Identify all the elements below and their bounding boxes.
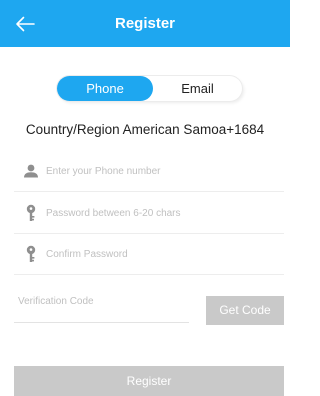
- tab-email[interactable]: Email: [153, 76, 242, 101]
- key-icon: [22, 204, 40, 222]
- confirm-password-field-row: [14, 233, 284, 275]
- phone-field-row: [14, 150, 284, 192]
- tab-phone[interactable]: Phone: [57, 76, 153, 101]
- country-region-selector[interactable]: Country/Region American Samoa+1684: [0, 122, 290, 144]
- register-button[interactable]: Register: [14, 366, 284, 396]
- password-field-row: [14, 192, 284, 234]
- confirm-password-input[interactable]: [46, 233, 282, 275]
- get-code-button[interactable]: Get Code: [206, 296, 284, 325]
- user-icon: [22, 162, 40, 180]
- key-icon: [22, 245, 40, 263]
- page-title: Register: [114, 15, 176, 32]
- password-input[interactable]: [46, 192, 282, 234]
- verification-field-row: [14, 285, 189, 323]
- login-method-toggle: Phone Email: [57, 76, 242, 101]
- app-header: Register: [0, 0, 290, 47]
- verification-code-input[interactable]: [18, 285, 188, 318]
- phone-number-input[interactable]: [46, 150, 282, 192]
